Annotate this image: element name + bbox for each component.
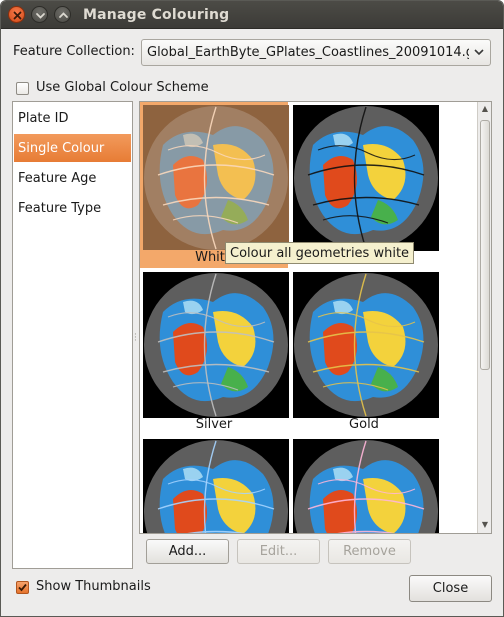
colour-thumbnail[interactable] <box>140 436 289 533</box>
title-bar: Manage Colouring <box>1 1 503 29</box>
colour-thumbnail[interactable] <box>290 102 439 251</box>
dropdown-arrow-icon <box>474 49 484 56</box>
close-icon <box>13 11 22 20</box>
remove-colour-button[interactable]: Remove <box>328 539 411 564</box>
colour-thumbnail[interactable] <box>140 102 289 251</box>
window-close-button[interactable] <box>8 6 25 23</box>
use-global-scheme-label[interactable]: Use Global Colour Scheme <box>36 80 209 95</box>
scroll-up-icon[interactable]: ▲ <box>480 104 490 114</box>
thumbnail-scrollbar[interactable]: ▲ ▼ <box>477 102 491 533</box>
colour-thumbnail-label: Silver <box>195 417 233 432</box>
feature-collection-combo[interactable]: Global_EarthByte_GPlates_Coastlines_2009… <box>141 39 491 66</box>
colour-thumbnail-grid: WhiteBlackSilverGold <box>139 101 492 534</box>
window-title: Manage Colouring <box>83 7 230 23</box>
window-minimize-button[interactable] <box>31 6 48 23</box>
colour-thumbnail-label: Gold <box>349 417 379 432</box>
globe-thumbnail-image <box>293 439 439 533</box>
splitter-handle[interactable]: · · · <box>134 331 138 346</box>
globe-thumbnail-image <box>143 272 289 418</box>
scrollbar-thumb[interactable] <box>480 120 490 370</box>
colour-thumbnail[interactable] <box>290 436 439 533</box>
feature-collection-value: Global_EarthByte_GPlates_Coastlines_2009… <box>147 45 469 60</box>
feature-collection-label: Feature Collection: <box>13 44 135 59</box>
chevron-up-icon <box>59 12 68 18</box>
window-maximize-button[interactable] <box>54 6 71 23</box>
colour-tooltip: Colour all geometries white <box>225 242 415 264</box>
colour-thumbnail[interactable] <box>140 269 289 418</box>
colour-thumbnail[interactable] <box>290 269 439 418</box>
globe-thumbnail-image <box>143 439 289 533</box>
edit-colour-button[interactable]: Edit... <box>237 539 320 564</box>
globe-thumbnail-image <box>143 105 289 251</box>
use-global-scheme-checkbox[interactable] <box>16 82 29 95</box>
close-button[interactable]: Close <box>409 575 492 602</box>
add-colour-button[interactable]: Add... <box>146 539 229 564</box>
show-thumbnails-checkbox[interactable] <box>16 581 29 594</box>
checkmark-icon <box>18 583 27 592</box>
scheme-item-feature-age[interactable]: Feature Age <box>14 164 131 192</box>
show-thumbnails-label[interactable]: Show Thumbnails <box>36 579 151 594</box>
scheme-item-single-colour[interactable]: Single Colour <box>14 134 131 162</box>
chevron-down-icon <box>36 13 45 19</box>
manage-colouring-dialog: Manage Colouring Feature Collection: Glo… <box>0 0 504 617</box>
scheme-item-feature-type[interactable]: Feature Type <box>14 194 131 222</box>
scheme-item-plate-id[interactable]: Plate ID <box>14 104 131 132</box>
globe-thumbnail-image <box>293 105 439 251</box>
colour-scheme-list: Plate ID Single Colour Feature Age Featu… <box>12 101 133 569</box>
scroll-down-icon[interactable]: ▼ <box>480 520 490 530</box>
globe-thumbnail-image <box>293 272 439 418</box>
